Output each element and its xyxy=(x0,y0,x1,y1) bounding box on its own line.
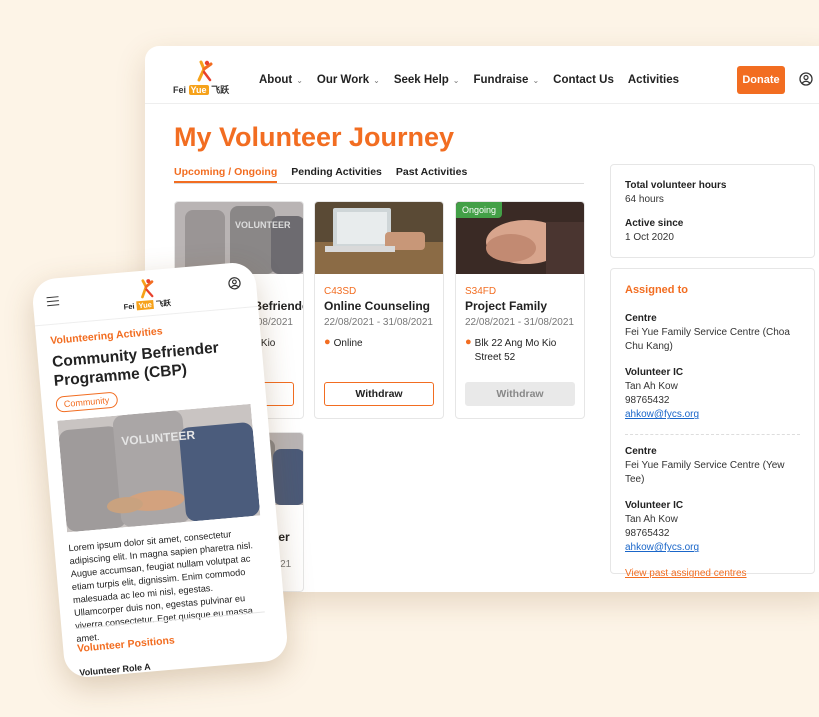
activity-card[interactable]: C43SD Online Counseling 22/08/2021 - 31/… xyxy=(314,201,444,419)
withdraw-button-disabled: Withdraw xyxy=(465,382,575,406)
total-hours-value: 64 hours xyxy=(625,194,664,205)
chevron-down-icon: ⌄ xyxy=(532,75,540,85)
nav-item-activities[interactable]: Activities xyxy=(628,74,679,86)
nav-item-our-work[interactable]: Our Work ⌄ xyxy=(317,74,380,86)
logo[interactable]: Fei Yue 飞跃 xyxy=(173,60,233,96)
journey-tabs: Upcoming / Ongoing Pending Activities Pa… xyxy=(174,166,584,184)
centre-name: Fei Yue Family Service Centre (Choa Chu … xyxy=(625,327,790,353)
logo-figure-icon xyxy=(197,60,213,82)
nav-label: Seek Help xyxy=(393,74,449,86)
nav-item-about[interactable]: About ⌄ xyxy=(259,74,303,86)
tab-pending-activities[interactable]: Pending Activities xyxy=(291,166,382,183)
role-label: Volunteer Role A xyxy=(78,661,152,678)
nav-links: About ⌄ Our Work ⌄ Seek Help ⌄ Fundraise ⌄ C… xyxy=(259,74,679,86)
chevron-down-icon: ⌄ xyxy=(452,75,460,85)
nav-item-seek-help[interactable]: Seek Help ⌄ xyxy=(394,74,460,86)
mobile-nav: Fei Yue 飞跃 xyxy=(30,260,259,327)
logo-text-b: Yue xyxy=(136,299,155,311)
activity-image: Ongoing xyxy=(456,202,584,274)
mobile-logo[interactable]: Fei Yue 飞跃 xyxy=(121,276,174,312)
location-pin-icon: ● xyxy=(324,336,331,348)
tab-upcoming-ongoing[interactable]: Upcoming / Ongoing xyxy=(174,166,278,183)
activity-name: Online Counseling xyxy=(324,299,431,313)
active-since-label: Active since xyxy=(625,218,684,229)
ic-phone: 98765432 xyxy=(625,528,670,540)
svg-text:VOLUNTEER: VOLUNTEER xyxy=(235,220,291,230)
activity-location-text: Blk 22 Ang Mo Kio Street 52 xyxy=(474,338,557,363)
logo-text: Fei Yue 飞跃 xyxy=(123,297,171,312)
activity-location-text: Online xyxy=(333,338,363,349)
ongoing-badge: Ongoing xyxy=(456,202,503,218)
programme-title: Community Befriender Programme (CBP) xyxy=(51,339,220,391)
logo-text-c: 飞跃 xyxy=(211,85,230,95)
activity-card[interactable]: Ongoing S34FD Project Family 22/08/2021 … xyxy=(455,201,585,419)
mobile-screen: Fei Yue 飞跃 Volunteering Activities Commu… xyxy=(30,260,290,680)
nav-item-contact-us[interactable]: Contact Us xyxy=(553,74,614,86)
logo-text-b: Yue xyxy=(188,85,209,95)
centre-label: Centre xyxy=(625,446,657,458)
page-title: My Volunteer Journey xyxy=(174,122,455,152)
view-past-centres-link[interactable]: View past assigned centres xyxy=(625,567,800,581)
activity-code: C43SD xyxy=(324,286,357,297)
top-nav: Fei Yue 飞跃 About ⌄ Our Work ⌄ Seek Help ⌄ F… xyxy=(145,46,819,104)
activity-location: ● Online xyxy=(324,337,436,351)
nav-label: Our Work xyxy=(316,74,370,86)
logo-text: Fei Yue 飞跃 xyxy=(173,83,229,96)
location-pin-icon: ● xyxy=(465,336,472,348)
nav-label: About xyxy=(259,74,293,86)
activity-date: 22/08/2021 - 31/08/2021 xyxy=(324,317,433,328)
programme-description: Lorem ipsum dolor sit amet, consectetur … xyxy=(68,529,254,645)
logo-text-a: Fei xyxy=(123,301,135,312)
volunteer-stats: Total volunteer hours 64 hours Active si… xyxy=(610,164,815,258)
nav-item-fundraise[interactable]: Fundraise ⌄ xyxy=(474,74,540,86)
ic-name: Tan Ah Kow xyxy=(625,381,678,393)
activity-image xyxy=(315,202,443,274)
chevron-down-icon: ⌄ xyxy=(373,75,380,85)
menu-icon[interactable] xyxy=(46,296,60,307)
logo-text-a: Fei xyxy=(173,85,187,95)
nav-label: Fundraise xyxy=(473,74,529,86)
activity-location: ● Blk 22 Ang Mo Kio Street 52 xyxy=(465,337,577,364)
assigned-heading: Assigned to xyxy=(625,284,688,296)
chevron-down-icon: ⌄ xyxy=(296,75,303,85)
ic-email-link[interactable]: ahkow@fycs.org xyxy=(625,408,800,422)
donate-button[interactable]: Donate xyxy=(737,66,785,94)
centre-name: Fei Yue Family Service Centre (Yew Tee) xyxy=(625,460,785,486)
tab-past-activities[interactable]: Past Activities xyxy=(396,166,467,183)
nav-label: Activities xyxy=(627,74,680,86)
programme-image: VOLUNTEER xyxy=(57,403,261,533)
account-icon[interactable] xyxy=(227,276,241,290)
nav-label: Contact Us xyxy=(553,74,614,86)
activity-name: Project Family xyxy=(465,299,548,313)
assigned-panel: Assigned to Centre Fei Yue Family Servic… xyxy=(610,268,815,579)
activity-code: S34FD xyxy=(465,286,497,297)
centre-label: Centre xyxy=(625,313,657,325)
ic-email-link[interactable]: ahkow@fycs.org xyxy=(625,541,800,555)
active-since-value: 1 Oct 2020 xyxy=(625,232,674,243)
logo-figure-icon xyxy=(141,279,154,299)
volunteer-ic-label: Volunteer IC xyxy=(625,367,684,379)
activity-date: 22/08/2021 - 31/08/2021 xyxy=(465,317,574,328)
ic-phone: 98765432 xyxy=(625,395,670,407)
category-tag[interactable]: Community xyxy=(55,391,118,413)
logo-text-c: 飞跃 xyxy=(155,298,172,309)
volunteer-ic-label: Volunteer IC xyxy=(625,500,684,512)
withdraw-button[interactable]: Withdraw xyxy=(324,382,434,406)
ic-name: Tan Ah Kow xyxy=(625,514,678,526)
account-icon[interactable] xyxy=(799,72,813,86)
total-hours-label: Total volunteer hours xyxy=(625,180,727,191)
